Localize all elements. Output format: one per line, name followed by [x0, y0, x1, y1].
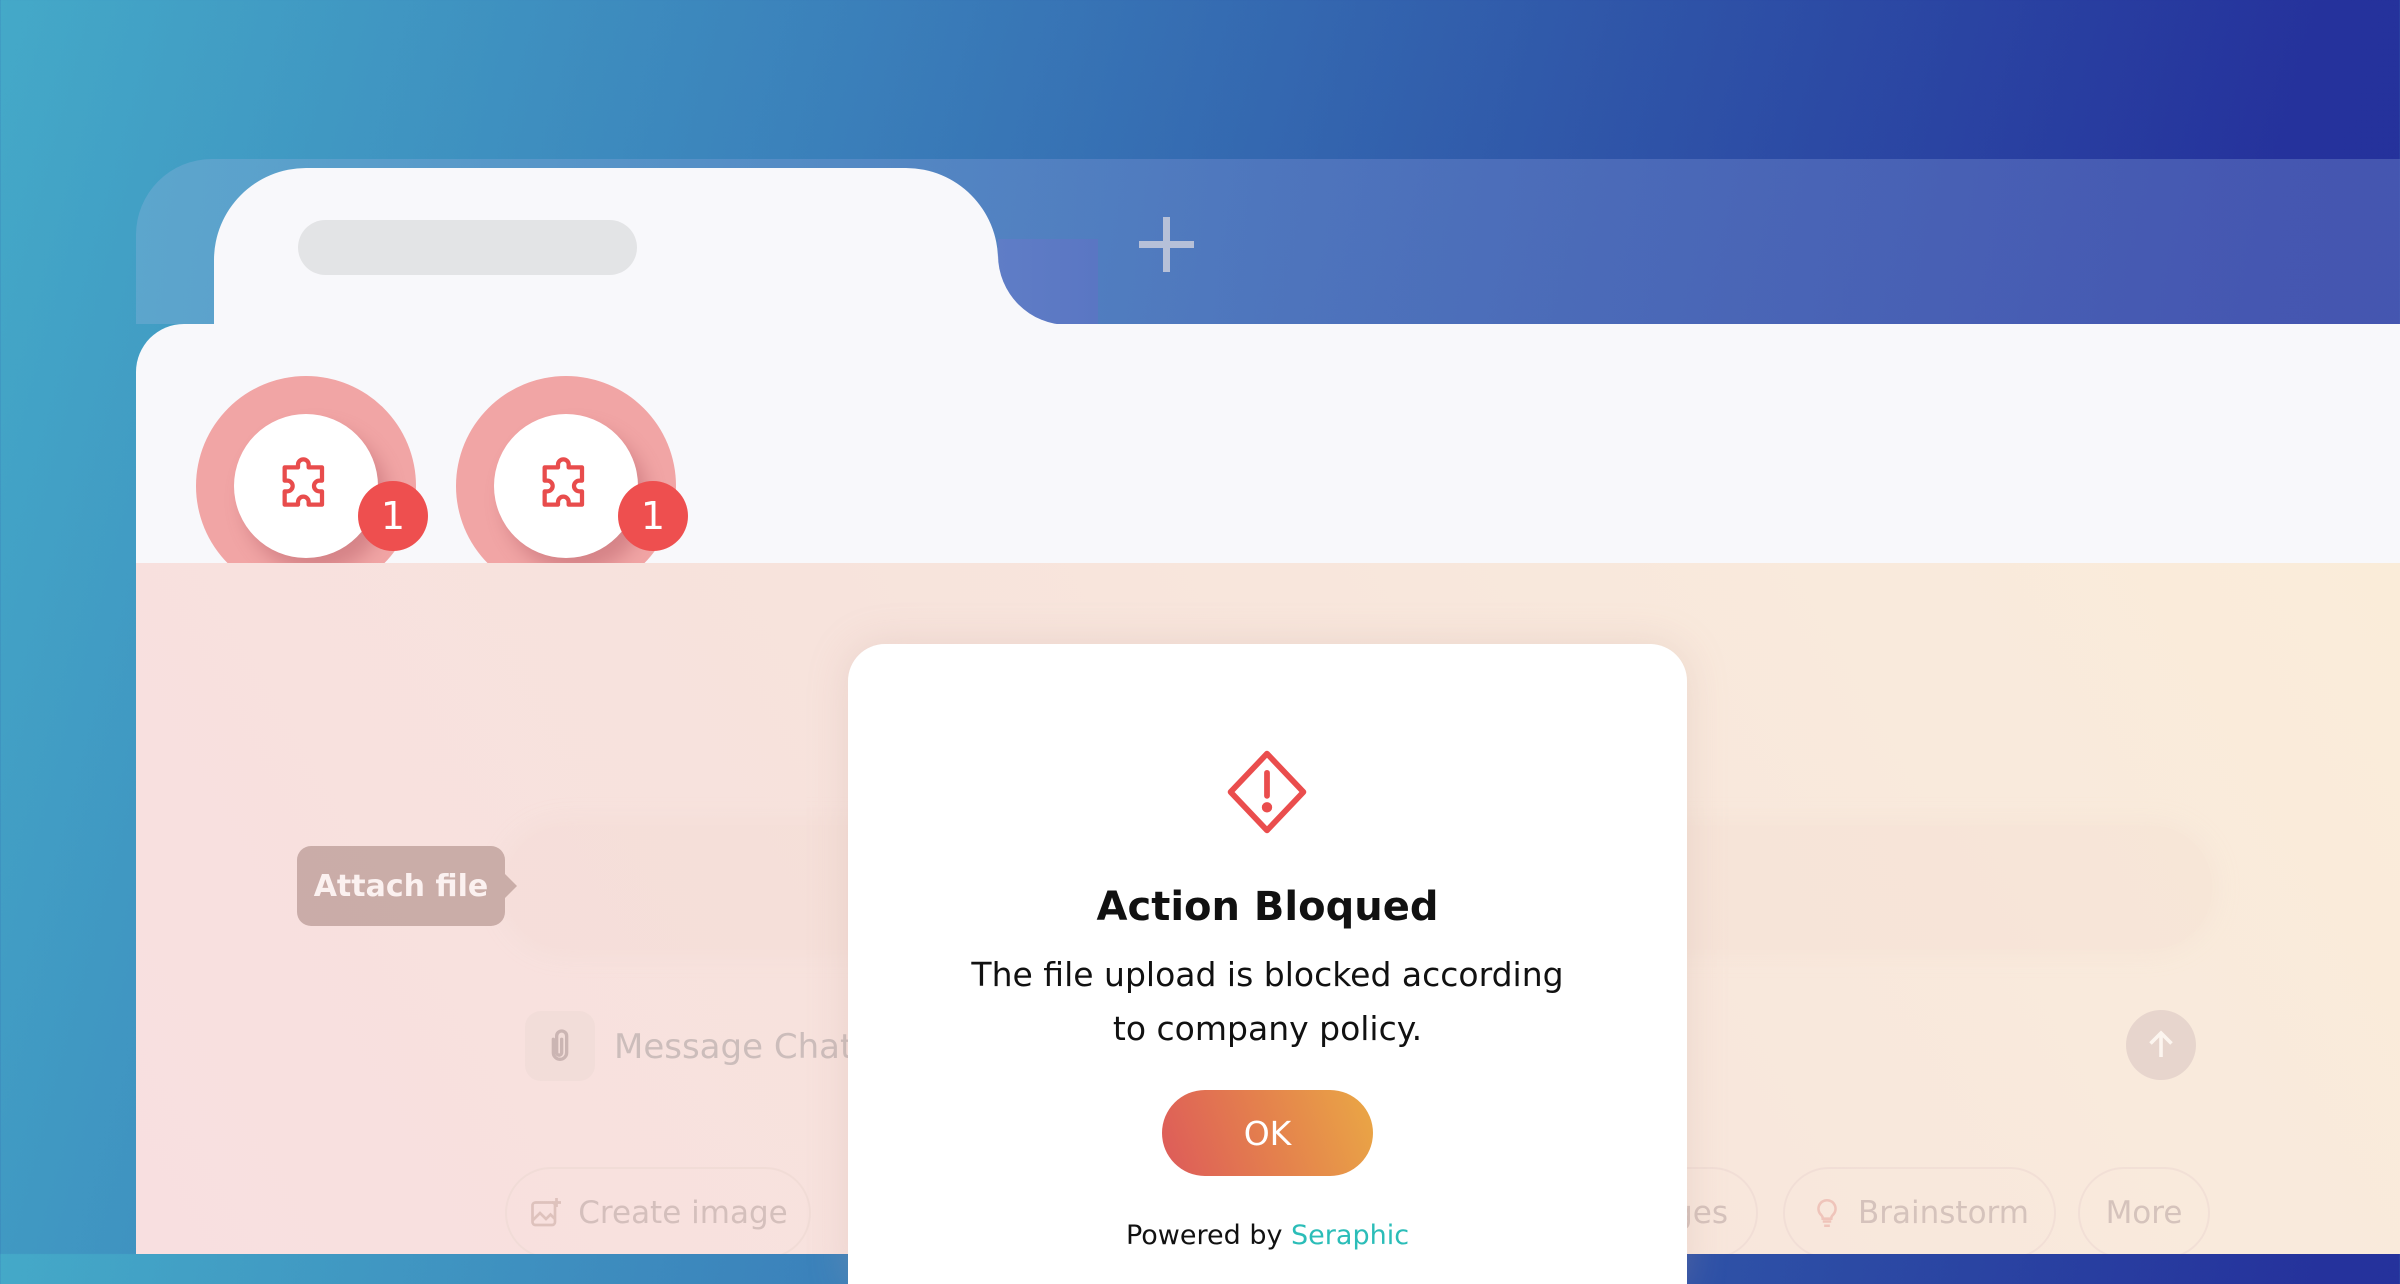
arrow-up-icon: [2149, 1030, 2173, 1057]
dialog-message-line: The file upload is blocked according: [971, 955, 1564, 994]
dialog-title: Action Bloqued: [1096, 884, 1439, 930]
active-tab[interactable]: [214, 168, 998, 338]
tab-strip: [136, 159, 2400, 338]
dialog-message-line: to company policy.: [1112, 1009, 1423, 1048]
extension-badge: 1: [358, 481, 428, 551]
plus-icon[interactable]: [1139, 217, 1194, 272]
chip-label: Brainstorm: [1858, 1195, 2029, 1231]
chip-brainstorm[interactable]: Brainstorm: [1783, 1167, 2056, 1254]
chip-label: More: [2105, 1195, 2183, 1231]
powered-by: Powered by Seraphic: [848, 1220, 1687, 1251]
extension-badge: 1: [618, 481, 688, 551]
puzzle-icon: [542, 457, 585, 507]
send-button[interactable]: [2126, 1010, 2196, 1080]
dialog-message: The file upload is blocked according to …: [928, 948, 1607, 1056]
ok-button[interactable]: OK: [1162, 1090, 1373, 1176]
tab-title-placeholder: [298, 220, 637, 275]
message-input[interactable]: Message Chat: [614, 1027, 853, 1067]
toolbar: 1 1: [136, 324, 2400, 676]
action-blocked-dialog: Action Bloqued The file upload is blocke…: [848, 644, 1687, 1284]
paperclip-icon: [551, 1029, 569, 1061]
puzzle-icon: [282, 457, 325, 507]
attach-button[interactable]: [525, 1011, 595, 1081]
chip-label: Create image: [578, 1195, 788, 1231]
attach-file-tooltip: Attach file: [297, 846, 517, 926]
chip-more[interactable]: More: [2078, 1167, 2210, 1254]
powered-by-label: Powered by: [1125, 1220, 1283, 1251]
lightbulb-icon: [1817, 1198, 1837, 1228]
brand-link[interactable]: Seraphic: [1291, 1220, 1409, 1251]
chip-create-image[interactable]: Create image: [505, 1167, 811, 1254]
image-icon: [531, 1198, 562, 1227]
warning-diamond-icon: [1227, 750, 1307, 834]
